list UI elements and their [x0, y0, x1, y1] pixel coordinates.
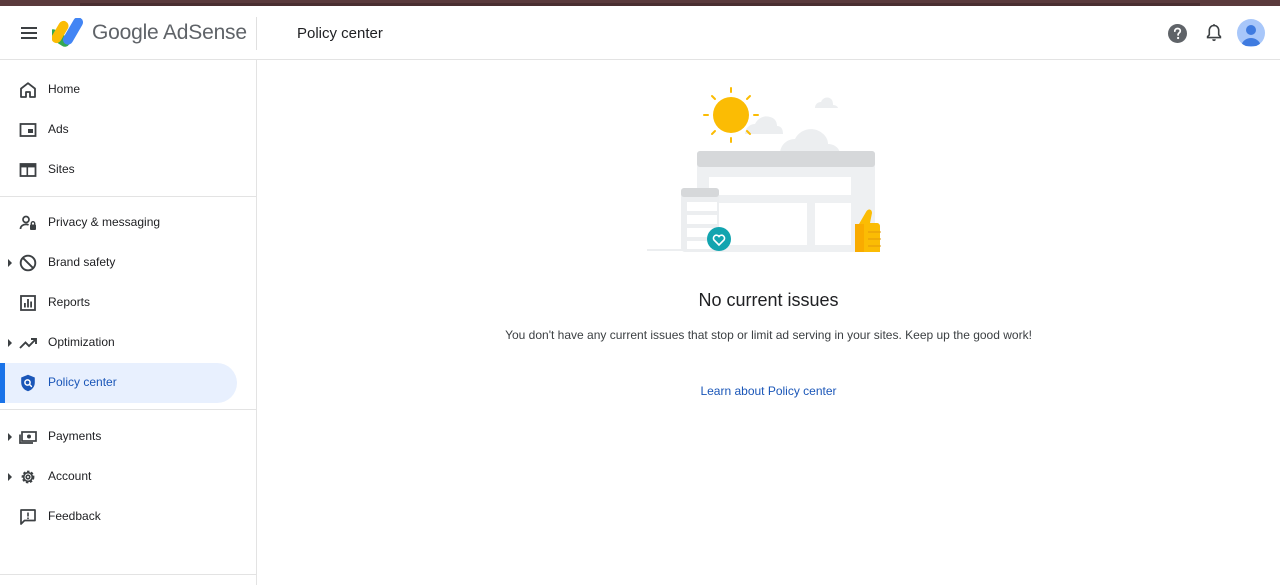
page-title: Policy center — [297, 25, 383, 42]
brand-name[interactable]: Google AdSense — [92, 21, 247, 45]
learn-about-policy-center-link-row: Learn about Policy center — [257, 384, 1280, 398]
sidebar-item-feedback[interactable]: Feedback — [0, 497, 237, 537]
sidebar-item-label: Feedback — [48, 509, 101, 523]
learn-about-policy-center-link[interactable]: Learn about Policy center — [700, 384, 836, 398]
sidebar: Home Ads Sites Privacy & messaging Brand… — [0, 60, 257, 585]
sidebar-item-label: Ads — [48, 122, 69, 136]
sidebar-divider — [0, 574, 256, 575]
sidebar-item-sites[interactable]: Sites — [0, 150, 237, 190]
block-icon — [19, 254, 37, 272]
top-strip-highlight — [80, 3, 1200, 6]
shield-search-icon — [21, 374, 35, 392]
sidebar-item-label: Optimization — [48, 335, 115, 349]
payments-icon — [19, 431, 37, 444]
sidebar-item-home[interactable]: Home — [0, 70, 237, 110]
help-icon[interactable] — [1167, 23, 1188, 44]
notifications-icon[interactable] — [1204, 23, 1224, 44]
sidebar-item-label: Policy center — [48, 375, 117, 389]
avatar-person-icon — [1241, 25, 1261, 46]
account-avatar[interactable] — [1237, 19, 1265, 47]
sidebar-item-privacy-messaging[interactable]: Privacy & messaging — [0, 203, 237, 243]
top-strip-bar — [0, 0, 1280, 6]
sidebar-item-label: Account — [48, 469, 92, 483]
menu-line — [21, 32, 37, 34]
expand-caret-icon[interactable] — [8, 259, 12, 267]
gear-icon — [21, 470, 35, 484]
sidebar-item-label: Home — [48, 82, 81, 96]
adsense-logo-icon[interactable] — [52, 18, 86, 48]
empty-state-description: You don't have any current issues that s… — [505, 328, 1032, 342]
sidebar-item-label: Brand safety — [48, 255, 116, 269]
sidebar-item-reports[interactable]: Reports — [0, 283, 237, 323]
sidebar-divider — [0, 196, 256, 197]
active-indicator — [0, 363, 5, 403]
sidebar-divider — [0, 409, 256, 410]
menu-line — [21, 27, 37, 29]
sidebar-item-label: Reports — [48, 295, 91, 309]
trending-up-icon — [19, 338, 37, 349]
menu-line — [21, 37, 37, 39]
no-issues-illustration — [647, 87, 881, 252]
sidebar-item-account[interactable]: Account — [0, 457, 237, 497]
expand-caret-icon[interactable] — [8, 473, 12, 481]
sidebar-item-label: Payments — [48, 429, 102, 443]
sidebar-item-ads[interactable]: Ads — [0, 110, 237, 150]
sidebar-item-label: Sites — [48, 162, 75, 176]
sidebar-item-policy-center[interactable]: Policy center — [0, 363, 237, 403]
expand-caret-icon[interactable] — [8, 433, 12, 441]
sidebar-item-payments[interactable]: Payments — [0, 417, 237, 457]
ads-icon — [19, 123, 37, 137]
empty-state-title: No current issues — [698, 290, 839, 310]
reports-icon — [20, 295, 36, 311]
header-divider — [256, 17, 257, 50]
top-strip — [0, 0, 1280, 7]
sidebar-item-brand-safety[interactable]: Brand safety — [0, 243, 237, 283]
menu-icon[interactable] — [14, 20, 44, 46]
privacy-icon — [19, 215, 36, 230]
expand-caret-icon[interactable] — [8, 339, 12, 347]
feedback-icon — [20, 509, 36, 525]
app-header: Google AdSense Policy center — [0, 7, 1280, 60]
sidebar-item-optimization[interactable]: Optimization — [0, 323, 237, 363]
main-content: No current issues You don't have any cur… — [257, 60, 1280, 585]
sites-icon — [19, 163, 37, 177]
sidebar-item-label: Privacy & messaging — [48, 215, 161, 229]
home-icon — [20, 82, 36, 98]
